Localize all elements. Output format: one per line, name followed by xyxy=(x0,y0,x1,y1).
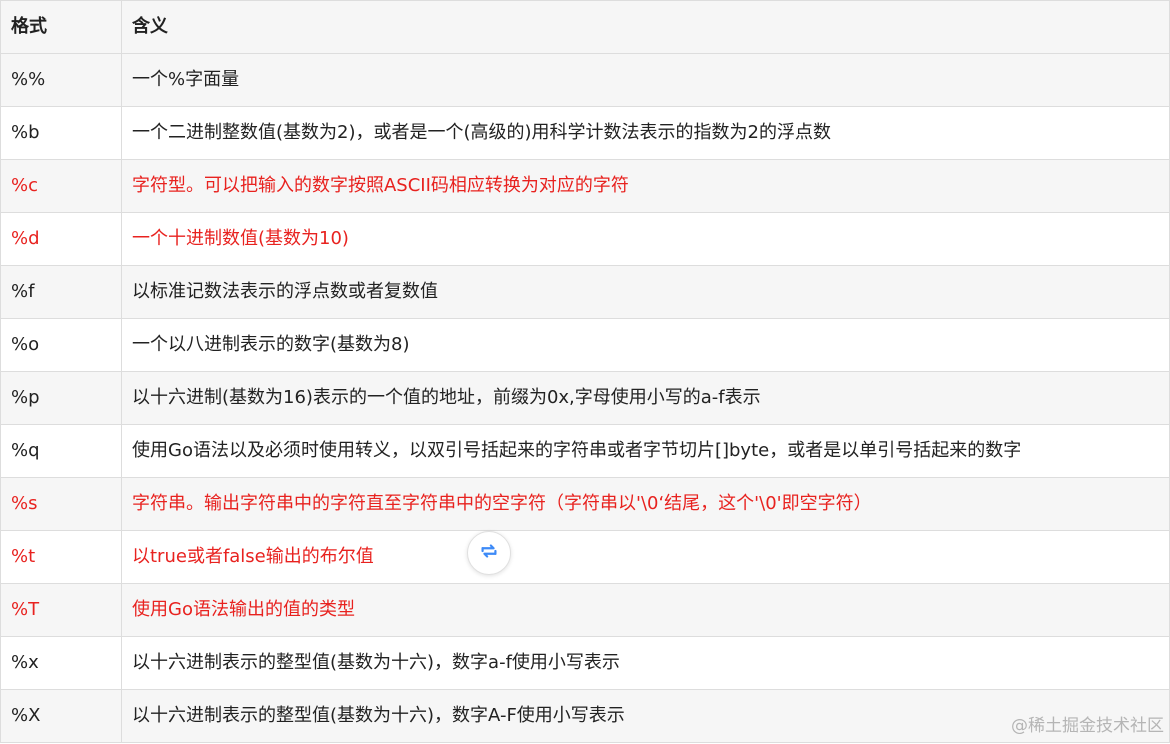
format-cell: %p xyxy=(0,371,122,425)
format-cell: %b xyxy=(0,106,122,160)
meaning-cell: 使用Go语法输出的值的类型 xyxy=(121,583,1170,637)
meaning-cell: 以十六进制(基数为16)表示的一个值的地址，前缀为0x,字母使用小写的a-f表示 xyxy=(121,371,1170,425)
format-cell: %s xyxy=(0,477,122,531)
meaning-cell: 以true或者false输出的布尔值 xyxy=(121,530,1170,584)
format-cell: %f xyxy=(0,265,122,319)
format-cell: %c xyxy=(0,159,122,213)
meaning-cell: 一个十进制数值(基数为10) xyxy=(121,212,1170,266)
meaning-cell: 一个以八进制表示的数字(基数为8) xyxy=(121,318,1170,372)
table-row: %s 字符串。输出字符串中的字符直至字符串中的空字符（字符串以'\0‘结尾，这个'… xyxy=(0,477,1170,531)
format-cell: %t xyxy=(0,530,122,584)
table-row: %% 一个%字面量 xyxy=(0,53,1170,107)
header-meaning: 含义 xyxy=(121,0,1170,54)
table-row: %b 一个二进制整数值(基数为2)，或者是一个(高级的)用科学计数法表示的指数为2… xyxy=(0,106,1170,160)
format-cell: %x xyxy=(0,636,122,690)
table-row: %x 以十六进制表示的整型值(基数为十六)，数字a-f使用小写表示 xyxy=(0,636,1170,690)
meaning-cell: 字符串。输出字符串中的字符直至字符串中的空字符（字符串以'\0‘结尾，这个'\0… xyxy=(121,477,1170,531)
format-cell: %% xyxy=(0,53,122,107)
format-cell: %T xyxy=(0,583,122,637)
table-row: %f 以标准记数法表示的浮点数或者复数值 xyxy=(0,265,1170,319)
meaning-cell: 使用Go语法以及必须时使用转义，以双引号括起来的字符串或者字节切片[]byte，… xyxy=(121,424,1170,478)
table-row: %T 使用Go语法输出的值的类型 xyxy=(0,583,1170,637)
refresh-icon xyxy=(478,540,500,566)
meaning-cell: 以标准记数法表示的浮点数或者复数值 xyxy=(121,265,1170,319)
table-row: %d 一个十进制数值(基数为10) xyxy=(0,212,1170,266)
watermark: @稀土掘金技术社区 xyxy=(1011,716,1164,736)
meaning-cell: 以十六进制表示的整型值(基数为十六)，数字a-f使用小写表示 xyxy=(121,636,1170,690)
meaning-cell: 一个二进制整数值(基数为2)，或者是一个(高级的)用科学计数法表示的指数为2的浮… xyxy=(121,106,1170,160)
table-header-row: 格式 含义 xyxy=(0,0,1170,54)
format-specifier-table: 格式 含义 %% 一个%字面量 %b 一个二进制整数值(基数为2)，或者是一个(高级的… xyxy=(0,0,1170,743)
table-row: %X 以十六进制表示的整型值(基数为十六)，数字A-F使用小写表示 xyxy=(0,689,1170,743)
format-cell: %d xyxy=(0,212,122,266)
table-row: %o 一个以八进制表示的数字(基数为8) xyxy=(0,318,1170,372)
meaning-cell: 字符型。可以把输入的数字按照ASCII码相应转换为对应的字符 xyxy=(121,159,1170,213)
format-cell: %o xyxy=(0,318,122,372)
format-cell: %X xyxy=(0,689,122,743)
table-row: %c 字符型。可以把输入的数字按照ASCII码相应转换为对应的字符 xyxy=(0,159,1170,213)
table-row: %t 以true或者false输出的布尔值 xyxy=(0,530,1170,584)
table-row: %q 使用Go语法以及必须时使用转义，以双引号括起来的字符串或者字节切片[]byt… xyxy=(0,424,1170,478)
refresh-button[interactable] xyxy=(467,531,511,575)
header-format: 格式 xyxy=(0,0,122,54)
meaning-cell: 一个%字面量 xyxy=(121,53,1170,107)
table-row: %p 以十六进制(基数为16)表示的一个值的地址，前缀为0x,字母使用小写的a-f… xyxy=(0,371,1170,425)
format-cell: %q xyxy=(0,424,122,478)
